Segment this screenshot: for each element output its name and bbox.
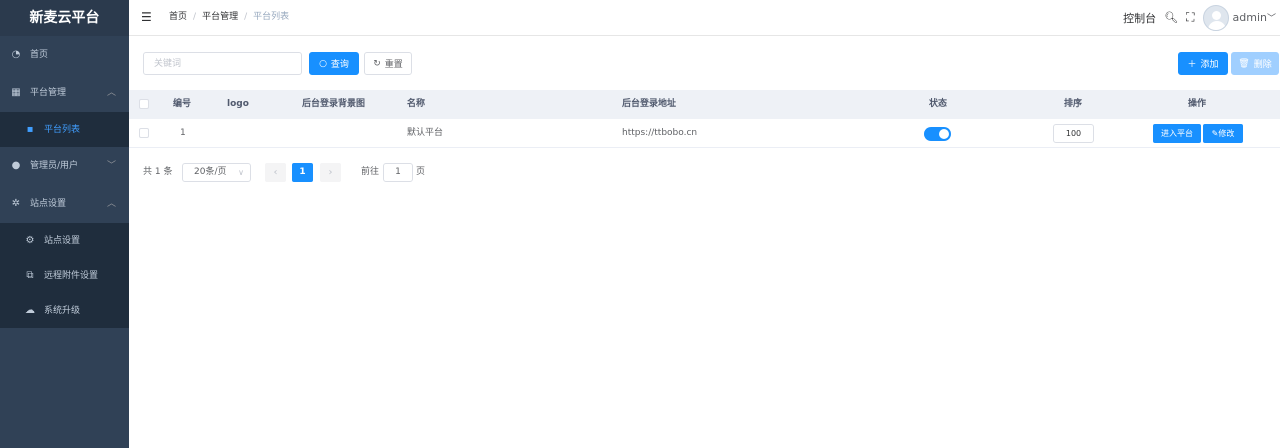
fullscreen-icon[interactable]: ⛶	[1186, 10, 1194, 25]
sidebar-item-label: 管理员/用户	[30, 161, 79, 171]
col-logo: logo	[227, 99, 249, 109]
refresh-icon: ↻	[373, 58, 381, 69]
goto-page-input[interactable]: 1	[383, 163, 413, 182]
col-name: 名称	[407, 99, 426, 109]
page-number-current[interactable]: 1	[292, 163, 313, 182]
select-all-checkbox[interactable]	[139, 99, 149, 109]
sidebar-item-label: 平台管理	[30, 88, 67, 98]
trash-icon: 🗑︎	[1238, 58, 1250, 69]
col-bg-image: 后台登录背景图	[302, 99, 366, 109]
goto-suffix: 页	[416, 167, 426, 177]
header-actions: 控制台 🔍︎ ⛶ admin ﹀	[1123, 0, 1280, 35]
sidebar-item-label: 系统升级	[44, 306, 81, 316]
reset-label: 重置	[384, 60, 403, 70]
add-label: 添加	[1200, 60, 1219, 70]
delete-label: 删除	[1253, 60, 1272, 70]
chevron-down-icon: ﹀	[106, 161, 116, 171]
sidebar-item-home[interactable]: ◔ 首页	[0, 36, 129, 74]
attachment-icon: ⧉	[26, 270, 34, 281]
sidebar-item-system-upgrade[interactable]: ☁ 系统升级	[0, 293, 129, 328]
delete-button[interactable]: 🗑︎ 删除	[1231, 52, 1279, 75]
sidebar-item-platform-list[interactable]: ▪ 平台列表	[0, 112, 129, 147]
col-status: 状态	[929, 99, 948, 109]
sidebar-item-label: 首页	[30, 50, 49, 60]
cloud-upload-icon: ☁	[25, 305, 35, 316]
status-toggle[interactable]	[924, 127, 951, 141]
row-name: 默认平台	[407, 128, 444, 138]
breadcrumb-separator: /	[193, 12, 197, 22]
dashboard-icon: ◔	[11, 49, 21, 60]
row-checkbox[interactable]	[139, 128, 149, 138]
grid-icon: ▦	[11, 87, 21, 98]
edit-button[interactable]: ✎修改	[1203, 124, 1243, 143]
sidebar-item-site-config[interactable]: ⚙ 站点设置	[0, 223, 129, 258]
col-id: 编号	[173, 99, 192, 109]
query-button[interactable]: ○ 查询	[309, 52, 359, 75]
sidebar-item-site-settings[interactable]: ✲ 站点设置 ︿	[0, 185, 129, 223]
chevron-down-icon[interactable]: ﹀	[1267, 11, 1276, 24]
pagination-total: 共 1 条	[143, 167, 173, 177]
user-icon: ●	[11, 160, 21, 171]
search-icon[interactable]: 🔍︎	[1164, 11, 1178, 24]
search-input[interactable]	[143, 52, 302, 75]
page-size-value: 20条/页	[194, 167, 227, 177]
table-header: 编号 logo 后台登录背景图 名称 后台登录地址 状态 排序 操作	[129, 90, 1280, 119]
sidebar-item-remote-attachment[interactable]: ⧉ 远程附件设置	[0, 258, 129, 293]
avatar[interactable]	[1202, 4, 1229, 31]
apps-icon: ▪	[26, 124, 34, 135]
submenu-site: ⚙ 站点设置 ⧉ 远程附件设置 ☁ 系统升级	[0, 223, 129, 328]
goto-prefix: 前往	[361, 167, 380, 177]
sidebar-item-label: 站点设置	[30, 199, 67, 209]
sidebar-item-label: 平台列表	[44, 125, 81, 135]
col-actions: 操作	[1188, 99, 1207, 109]
next-page-button[interactable]: ›	[320, 163, 341, 182]
enter-platform-button[interactable]: 进入平台	[1153, 124, 1201, 143]
breadcrumb: 首页 / 平台管理 / 平台列表	[169, 0, 289, 35]
reset-button[interactable]: ↻ 重置	[364, 52, 412, 75]
col-login-url: 后台登录地址	[622, 99, 677, 109]
submenu-platform: ▪ 平台列表	[0, 112, 129, 147]
row-id: 1	[180, 128, 186, 138]
plus-icon: ＋	[1187, 60, 1197, 70]
search-icon: ○	[319, 58, 327, 69]
chevron-down-icon: ∨	[238, 168, 244, 177]
sidebar-item-admin-users[interactable]: ● 管理员/用户 ﹀	[0, 147, 129, 185]
col-sort: 排序	[1064, 99, 1083, 109]
table-row: 1 默认平台 https://ttbobo.cn 100 进入平台 ✎修改	[129, 119, 1280, 148]
row-login-url[interactable]: https://ttbobo.cn	[622, 119, 697, 148]
chevron-up-icon: ︿	[106, 88, 116, 98]
chevron-up-icon: ︿	[106, 199, 116, 209]
edit-label: 修改	[1218, 129, 1235, 138]
top-header: ☰ 首页 / 平台管理 / 平台列表 控制台 🔍︎ ⛶ admin ﹀	[129, 0, 1280, 36]
app-title: 新麦云平台	[0, 0, 129, 36]
sidebar: 新麦云平台 ◔ 首页 ▦ 平台管理 ︿ ▪ 平台列表 ● 管理员/用户 ﹀ ✲ 站点设置 …	[0, 0, 129, 448]
add-button[interactable]: ＋添加	[1178, 52, 1228, 75]
console-link[interactable]: 控制台	[1123, 10, 1156, 26]
site-gear-icon: ⚙	[25, 235, 35, 246]
breadcrumb-home[interactable]: 首页	[169, 12, 187, 22]
prev-page-button[interactable]: ‹	[265, 163, 286, 182]
page-size-select[interactable]: 20条/页 ∨	[182, 163, 251, 182]
breadcrumb-current: 平台列表	[253, 12, 290, 22]
sidebar-item-platform-management[interactable]: ▦ 平台管理 ︿	[0, 74, 129, 112]
sidebar-item-label: 站点设置	[44, 236, 81, 246]
sort-input[interactable]: 100	[1053, 124, 1094, 143]
gear-icon: ✲	[11, 198, 21, 209]
breadcrumb-platform-management[interactable]: 平台管理	[202, 12, 238, 22]
hamburger-icon[interactable]: ☰	[141, 10, 152, 24]
sidebar-item-label: 远程附件设置	[44, 271, 99, 281]
user-name[interactable]: admin	[1233, 11, 1267, 24]
platform-table: 编号 logo 后台登录背景图 名称 后台登录地址 状态 排序 操作 1 默认平…	[129, 90, 1280, 148]
query-label: 查询	[330, 60, 349, 70]
breadcrumb-separator: /	[244, 12, 248, 22]
